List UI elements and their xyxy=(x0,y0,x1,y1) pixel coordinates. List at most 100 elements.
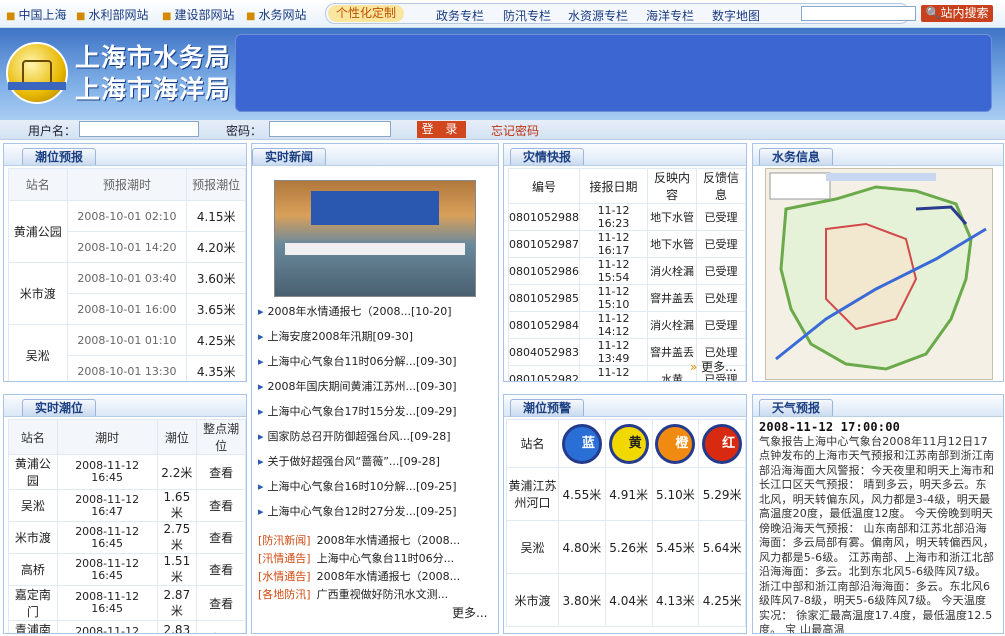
column-header: 站名 xyxy=(8,419,58,455)
table-row[interactable]: 0801052984 11-12 14:12 消火栓漏 已受理 xyxy=(508,311,746,339)
tide-time: 2008-11-12 16:40 xyxy=(56,620,158,633)
username-label: 用户名： xyxy=(28,124,77,138)
tide-level: 2.83米 xyxy=(156,620,198,633)
view-link[interactable]: 查看 xyxy=(196,454,246,490)
realtime-news-panel: 实时新闻 2008年水情通报七（2008...[10-20] 上海安度2008年… xyxy=(251,143,499,634)
tide-level: 4.15米 xyxy=(186,200,246,232)
panel-title: 潮位预警 xyxy=(510,399,585,416)
login-button[interactable]: 登 录 xyxy=(417,121,466,138)
tagged-news-item[interactable]: [各地防汛] 广西重视做好防汛水文测... xyxy=(258,586,448,602)
tab-personalize[interactable]: 个性化定制 xyxy=(328,5,405,22)
blue-warning-icon: 蓝 xyxy=(561,423,602,464)
news-item[interactable]: 上海中心气象台11时06分解...[09-30] xyxy=(258,354,498,379)
table-row: 黄浦公园 2008-10-01 02:10 4.15米 xyxy=(8,200,246,263)
nav-link-construction-ministry[interactable]: ■ 建设部网站 xyxy=(162,6,234,23)
view-link[interactable]: 查看 xyxy=(196,521,246,554)
panel-title: 潮位预报 xyxy=(22,148,97,165)
column-header: 整点潮位 xyxy=(196,419,246,455)
red-warning-icon: 红 xyxy=(702,423,743,464)
panel-title: 天气预报 xyxy=(759,399,834,416)
table-row: 高桥 2008-11-12 16:45 1.51米 查看 xyxy=(8,553,246,586)
table-row: 黄浦江苏州河口 4.55米 4.91米 5.10米 5.29米 xyxy=(506,467,746,521)
nav-link-water-ministry[interactable]: ■ 水利部网站 xyxy=(76,6,148,23)
news-item[interactable]: 上海中心气象台17时15分发...[09-29] xyxy=(258,404,498,429)
table-row: 吴淞 2008-11-12 16:47 1.65米 查看 xyxy=(8,489,246,522)
view-link[interactable]: 查看 xyxy=(196,585,246,621)
realtime-tide-table: 站名 潮时 潮位 整点潮位 黄浦公园 2008-11-12 16:45 2.2米 查看… xyxy=(8,419,246,633)
disaster-report-panel: 灾情快报 编号 接报日期 反映内容 反馈信息 0801052988 11-12 1… xyxy=(503,143,747,382)
table-row[interactable]: 0801052987 11-12 16:17 地下水管 已受理 xyxy=(508,230,746,258)
table-row: 黄浦公园 2008-11-12 16:45 2.2米 查看 xyxy=(8,454,246,490)
station-name: 吴淞 xyxy=(506,520,559,574)
station-name: 黄浦江苏州河口 xyxy=(506,467,559,521)
news-item[interactable]: 国家防总召开防御超强台风...[09-28] xyxy=(258,429,498,454)
tide-level: 4.25米 xyxy=(186,324,246,356)
tagged-news-item[interactable]: [水情通告] 2008年水情通报七（2008... xyxy=(258,568,460,584)
forgot-password-link[interactable]: 忘记密码 xyxy=(491,122,539,139)
panel-title: 实时潮位 xyxy=(22,399,97,416)
tide-level: 3.60米 xyxy=(186,262,246,294)
tide-time: 2008-10-01 16:00 xyxy=(66,293,188,325)
site-search-button[interactable]: 🔍站内搜索 xyxy=(921,5,993,22)
view-link[interactable]: 查看 xyxy=(196,620,246,633)
tab-flood[interactable]: 防汛专栏 xyxy=(503,7,551,24)
station-name: 嘉定南门 xyxy=(8,585,58,621)
flash-banner-area xyxy=(235,34,992,112)
username-field[interactable] xyxy=(79,121,199,137)
table-row[interactable]: 0801052986 11-12 15:54 消火栓漏 已受理 xyxy=(508,257,746,285)
news-more-link[interactable]: 更多... xyxy=(452,604,487,621)
water-map[interactable] xyxy=(765,168,993,380)
tide-time: 2008-11-12 16:45 xyxy=(56,454,158,490)
tide-time: 2008-10-01 03:40 xyxy=(66,262,188,294)
bullet-icon: ■ xyxy=(162,11,172,22)
station-name: 高桥 xyxy=(8,553,58,586)
weather-text: 气象报告上海中心气象台2008年11月12日17点钟发布的上海市天气预报和江苏南… xyxy=(759,434,995,634)
top-nav: ■ 中国上海 ■ 水利部网站 ■ 建设部网站 ■ 水务网站 个性化定制 政务专栏 防汛专… xyxy=(0,0,1005,28)
tide-time: 2008-11-12 16:45 xyxy=(56,521,158,554)
tab-water-resources[interactable]: 水资源专栏 xyxy=(568,7,628,24)
news-item[interactable]: 2008年水情通报七（2008...[10-20] xyxy=(258,304,498,329)
weather-panel: 天气预报 2008-11-12 17:00:00 气象报告上海中心气象台2008… xyxy=(752,394,1004,634)
station-name: 米市渡 xyxy=(506,573,559,627)
view-link[interactable]: 查看 xyxy=(196,489,246,522)
tab-government[interactable]: 政务专栏 xyxy=(436,7,484,24)
weather-date: 2008-11-12 17:00:00 xyxy=(759,420,901,434)
tide-time: 2008-11-12 16:47 xyxy=(56,489,158,522)
news-item[interactable]: 上海中心气象台12时27分发...[09-25] xyxy=(258,504,498,529)
tide-level: 3.65米 xyxy=(186,293,246,325)
nav-link-water-site[interactable]: ■ 水务网站 xyxy=(246,6,306,23)
station-name: 米市渡 xyxy=(8,262,68,325)
column-header: 站名 xyxy=(8,168,68,201)
password-field[interactable] xyxy=(269,121,391,137)
weather-report: 2008-11-12 17:00:00 气象报告上海中心气象台2008年11月1… xyxy=(759,420,997,634)
tab-ocean[interactable]: 海洋专栏 xyxy=(646,7,694,24)
station-name: 黄浦公园 xyxy=(8,454,58,490)
disaster-more-link[interactable]: » 更多... xyxy=(690,358,737,375)
table-row: 嘉定南门 2008-11-12 16:45 2.87米 查看 xyxy=(8,585,246,621)
news-item[interactable]: 上海中心气象台16时10分解...[09-25] xyxy=(258,479,498,504)
header-banner: 上海市水务局 上海市海洋局 xyxy=(0,28,1005,120)
view-link[interactable]: 查看 xyxy=(196,553,246,586)
table-row[interactable]: 0801052988 11-12 16:23 地下水管 已受理 xyxy=(508,203,746,231)
nav-link-china-shanghai[interactable]: ■ 中国上海 xyxy=(6,6,66,23)
station-name: 吴淞 xyxy=(8,489,58,522)
tagged-news-item[interactable]: [汛情通告] 上海中心气象台11时06分... xyxy=(258,550,454,566)
tide-time: 2008-10-01 13:30 xyxy=(66,355,188,381)
panel-title: 水务信息 xyxy=(759,148,834,165)
bullet-icon: ■ xyxy=(246,11,256,22)
news-photo[interactable] xyxy=(274,180,476,297)
tide-level: 2.87米 xyxy=(156,585,198,621)
table-row[interactable]: 0801052985 11-12 15:10 窨井盖丢 已处理 xyxy=(508,284,746,312)
tagged-news-item[interactable]: [防汛新闻] 2008年水情通报七（2008... xyxy=(258,532,460,548)
tide-warning-panel: 潮位预警 站名 蓝 黄 橙 红 黄浦江苏州河口 4.55米 4.91米 5.10米 5.… xyxy=(503,394,747,634)
tab-digital-map[interactable]: 数字地图 xyxy=(712,7,760,24)
realtime-tide-panel: 实时潮位 站名 潮时 潮位 整点潮位 黄浦公园 2008-11-12 16:45 2… xyxy=(3,394,247,634)
news-item[interactable]: 2008年国庆期间黄浦江苏州...[09-30] xyxy=(258,379,498,404)
news-item[interactable]: 上海安度2008年汛期[09-30] xyxy=(258,329,498,354)
tide-warning-table: 站名 蓝 黄 橙 红 黄浦江苏州河口 4.55米 4.91米 5.10米 5.29米 吴… xyxy=(506,419,746,627)
news-item[interactable]: 关于做好超强台风“蔷薇”...[09-28] xyxy=(258,454,498,479)
column-header: 潮位 xyxy=(156,419,198,455)
panel-title: 灾情快报 xyxy=(510,148,585,165)
column-header: 站名 xyxy=(506,419,559,468)
search-input[interactable] xyxy=(801,6,916,21)
